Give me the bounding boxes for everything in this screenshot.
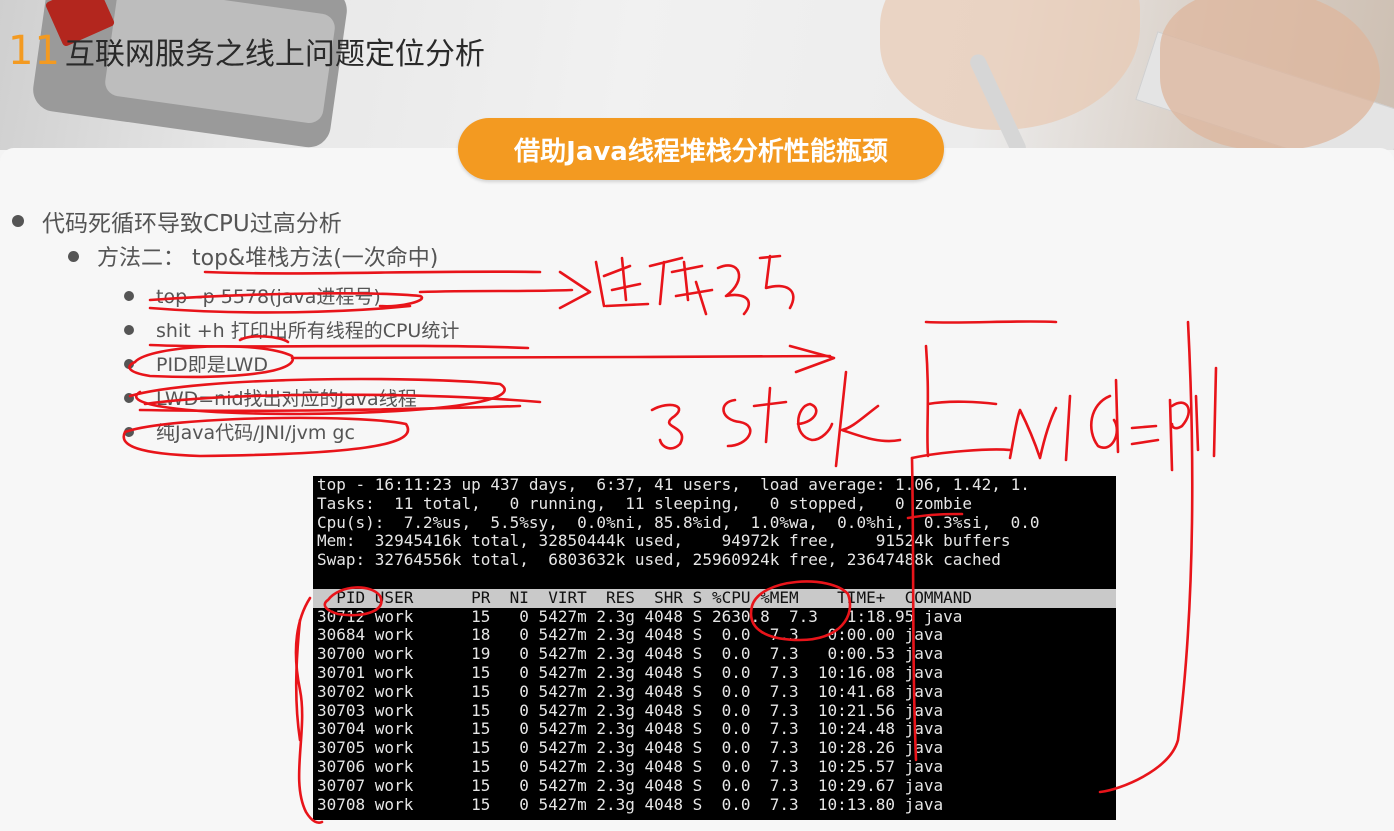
bullet-dot-icon — [68, 250, 79, 262]
slide-number: 11 — [8, 28, 61, 74]
bullet-text: PID即是LWD — [156, 354, 268, 376]
top-terminal-output: top - 16:11:23 up 437 days, 6:37, 41 use… — [313, 476, 1116, 820]
bullet-text: 纯Java代码/JNI/jvm gc — [156, 422, 355, 444]
process-row: 30702 work 15 0 5427m 2.3g 4048 S 0.0 7.… — [317, 681, 944, 701]
bullet-text: LWD=nid找出对应的Java线程 — [156, 388, 417, 410]
hand-on-keyboard-image — [1160, 0, 1380, 150]
process-row: 30705 work 15 0 5427m 2.3g 4048 S 0.0 7.… — [317, 738, 944, 758]
process-row: 30712 work 15 0 5427m 2.3g 4048 S 2630.8… — [317, 606, 963, 626]
bullet-text: shit +h 打印出所有线程的CPU统计 — [156, 320, 460, 342]
bullet-dot-icon — [124, 358, 134, 369]
bullet-level3: 纯Java代码/JNI/jvm gc — [124, 418, 355, 445]
bullet-text: top –p 5578(java进程号) — [156, 286, 381, 308]
bullet-level3: top –p 5578(java进程号) — [124, 282, 381, 309]
process-row: 30700 work 19 0 5427m 2.3g 4048 S 0.0 7.… — [317, 644, 944, 664]
hand-image — [880, 0, 1140, 130]
bullet-level1: 代码死循环导致CPU过高分析 — [12, 204, 342, 238]
process-row: 30684 work 18 0 5427m 2.3g 4048 S 0.0 7.… — [317, 625, 944, 645]
bullet-level3: shit +h 打印出所有线程的CPU统计 — [124, 316, 459, 343]
bullet-text: 方法二： top&堆栈方法(一次命中) — [97, 246, 439, 271]
terminal-line: Tasks: 11 total, 0 running, 11 sleeping,… — [317, 493, 973, 513]
slide-title-text: 互联网服务之线上问题定位分析 — [64, 37, 485, 72]
terminal-line: Cpu(s): 7.2%us, 5.5%sy, 0.0%ni, 85.8%id,… — [317, 512, 1040, 532]
process-row: 30703 work 15 0 5427m 2.3g 4048 S 0.0 7.… — [317, 700, 944, 720]
terminal-line: top - 16:11:23 up 437 days, 6:37, 41 use… — [317, 476, 1030, 494]
bullet-dot-icon — [124, 324, 134, 335]
bullet-level3: LWD=nid找出对应的Java线程 — [124, 384, 417, 411]
bullet-dot-icon — [124, 426, 134, 437]
terminal-line: Mem: 32945416k total, 32850444k used, 94… — [317, 531, 1011, 551]
terminal-line: Swap: 32764556k total, 6803632k used, 25… — [317, 550, 1001, 570]
process-row: 30701 work 15 0 5427m 2.3g 4048 S 0.0 7.… — [317, 662, 944, 682]
process-row: 30706 work 15 0 5427m 2.3g 4048 S 0.0 7.… — [317, 756, 944, 776]
bullet-dot-icon — [12, 215, 24, 227]
section-pill: 借助Java线程堆栈分析性能瓶颈 — [458, 118, 944, 180]
bullet-level2: 方法二： top&堆栈方法(一次命中) — [68, 240, 438, 272]
process-row: 30708 work 15 0 5427m 2.3g 4048 S 0.0 7.… — [317, 794, 944, 814]
process-row: 30704 work 15 0 5427m 2.3g 4048 S 0.0 7.… — [317, 719, 944, 739]
process-row: 30707 work 15 0 5427m 2.3g 4048 S 0.0 7.… — [317, 775, 944, 795]
bullet-dot-icon — [124, 290, 134, 301]
slide-title: 11 互联网服务之线上问题定位分析 — [8, 28, 485, 76]
bullet-level3: PID即是LWD — [124, 350, 268, 377]
bullet-text: 代码死循环导致CPU过高分析 — [42, 211, 342, 237]
process-table-header: PID USER PR NI VIRT RES SHR S %CPU %MEM … — [313, 588, 1116, 608]
bullet-dot-icon — [124, 392, 134, 403]
